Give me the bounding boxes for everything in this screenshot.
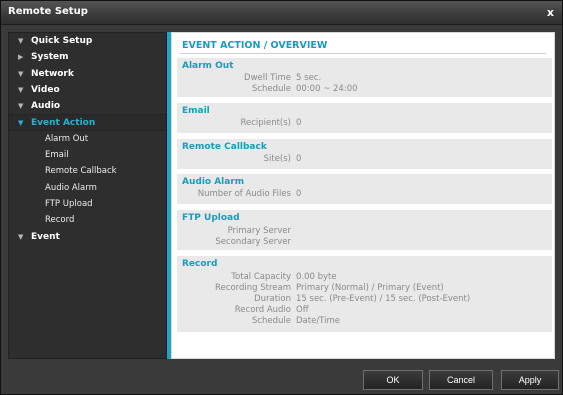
triangle-down-icon: ▼: [18, 102, 24, 111]
row-value: 0.00 byte: [296, 272, 337, 282]
audio-alarm-section: Audio Alarm Number of Audio Files 0: [177, 174, 552, 204]
row-value: 15 sec. (Pre-Event) / 15 sec. (Post-Even…: [296, 294, 471, 304]
email-section: Email Recipient(s) 0: [177, 103, 552, 133]
sidebar-item-label: Event Action: [31, 118, 96, 129]
row-value: 0: [296, 154, 302, 164]
info-row: Recipient(s) 0: [177, 118, 552, 129]
sidebar-item-label: Event: [31, 231, 60, 242]
info-row: Duration 15 sec. (Pre-Event) / 15 sec. (…: [177, 294, 552, 305]
sidebar-subitem-remote-callback[interactable]: Remote Callback: [9, 163, 166, 179]
title-underline: [180, 53, 546, 54]
record-section: Record Total Capacity 0.00 byte Recordin…: [177, 256, 552, 332]
sidebar-subitem-ftp-upload[interactable]: FTP Upload: [9, 196, 166, 212]
triangle-right-icon: ▶: [18, 53, 24, 62]
sidebar-subitem-record[interactable]: Record: [9, 212, 166, 228]
triangle-down-icon: ▼: [18, 232, 24, 241]
info-row: Schedule 00:00 ~ 24:00: [177, 84, 552, 95]
row-value: 0: [296, 189, 302, 199]
triangle-down-icon: ▼: [18, 37, 24, 45]
sidebar-item-system[interactable]: ▶ System: [9, 49, 166, 65]
info-row: Total Capacity 0.00 byte: [177, 272, 552, 283]
triangle-down-icon: ▼: [18, 85, 24, 94]
row-label: Schedule: [251, 316, 291, 326]
info-row: Recording Stream Primary (Normal) / Prim…: [177, 283, 552, 294]
row-label: Record Audio: [234, 305, 291, 315]
info-row: Record Audio Off: [177, 305, 552, 316]
section-title: Alarm Out: [182, 61, 234, 71]
sidebar-item-label: Network: [31, 68, 74, 79]
sidebar-item-event[interactable]: ▼ Event: [9, 229, 166, 245]
sidebar-item-network[interactable]: ▼ Network: [9, 66, 166, 82]
info-row: Primary Server: [177, 226, 552, 237]
page-title: EVENT ACTION / OVERVIEW: [182, 40, 328, 51]
row-value: 5 sec.: [296, 73, 322, 83]
row-label: Primary Server: [227, 226, 291, 236]
sidebar-subitem-email[interactable]: Email: [9, 147, 166, 163]
info-row: Site(s) 0: [177, 154, 552, 165]
row-value: 00:00 ~ 24:00: [296, 84, 358, 94]
row-label: Recording Stream: [215, 283, 291, 293]
triangle-down-icon: ▼: [18, 69, 24, 78]
row-value: Primary (Normal) / Primary (Event): [296, 283, 444, 293]
overview-panel: EVENT ACTION / OVERVIEW Alarm Out Dwell …: [171, 32, 555, 359]
info-row: Number of Audio Files 0: [177, 189, 552, 200]
section-title: Remote Callback: [182, 142, 267, 152]
row-label: Site(s): [263, 154, 291, 164]
sidebar-item-audio[interactable]: ▼ Audio: [9, 98, 166, 114]
sidebar-item-label: System: [31, 52, 69, 63]
sidebar-nav: ▼ Quick Setup ▶ System ▼ Network ▼ Video…: [8, 32, 167, 359]
section-title: Record: [182, 259, 218, 269]
triangle-down-icon: ▼: [18, 119, 24, 128]
row-label: Duration: [254, 294, 291, 304]
sidebar-subitem-audio-alarm[interactable]: Audio Alarm: [9, 180, 166, 196]
row-label: Schedule: [251, 84, 291, 94]
sidebar-item-event-action[interactable]: ▼ Event Action: [9, 114, 166, 131]
row-value: 0: [296, 118, 302, 128]
ok-button[interactable]: OK: [363, 370, 423, 390]
sidebar-subitem-alarm-out[interactable]: Alarm Out: [9, 131, 166, 147]
row-label: Number of Audio Files: [197, 189, 291, 199]
row-label: Secondary Server: [215, 237, 291, 247]
section-title: Email: [182, 106, 210, 116]
alarm-out-section: Alarm Out Dwell Time 5 sec. Schedule 00:…: [177, 58, 552, 97]
apply-button[interactable]: Apply: [501, 370, 559, 390]
ftp-upload-section: FTP Upload Primary Server Secondary Serv…: [177, 210, 552, 250]
section-title: Audio Alarm: [182, 177, 245, 187]
sidebar-item-quick-setup[interactable]: ▼ Quick Setup: [9, 33, 166, 49]
remote-setup-window: Remote Setup x ▼ Quick Setup ▶ System ▼ …: [0, 0, 563, 395]
section-title: FTP Upload: [182, 213, 240, 223]
info-row: Secondary Server: [177, 237, 552, 248]
row-value: Date/Time: [296, 316, 340, 326]
row-value: Off: [296, 305, 309, 315]
sidebar-item-label: Quick Setup: [31, 36, 93, 46]
remote-callback-section: Remote Callback Site(s) 0: [177, 139, 552, 169]
cancel-button[interactable]: Cancel: [429, 370, 493, 390]
row-label: Recipient(s): [240, 118, 291, 128]
row-label: Dwell Time: [244, 73, 291, 83]
row-label: Total Capacity: [231, 272, 291, 282]
sidebar-item-video[interactable]: ▼ Video: [9, 82, 166, 98]
sidebar-item-label: Video: [31, 84, 60, 95]
info-row: Schedule Date/Time: [177, 316, 552, 327]
info-row: Dwell Time 5 sec.: [177, 73, 552, 84]
sidebar-item-label: Audio: [31, 101, 61, 112]
close-icon[interactable]: x: [547, 6, 554, 19]
title-bar[interactable]: Remote Setup x: [1, 1, 562, 25]
window-title: Remote Setup: [8, 6, 88, 17]
